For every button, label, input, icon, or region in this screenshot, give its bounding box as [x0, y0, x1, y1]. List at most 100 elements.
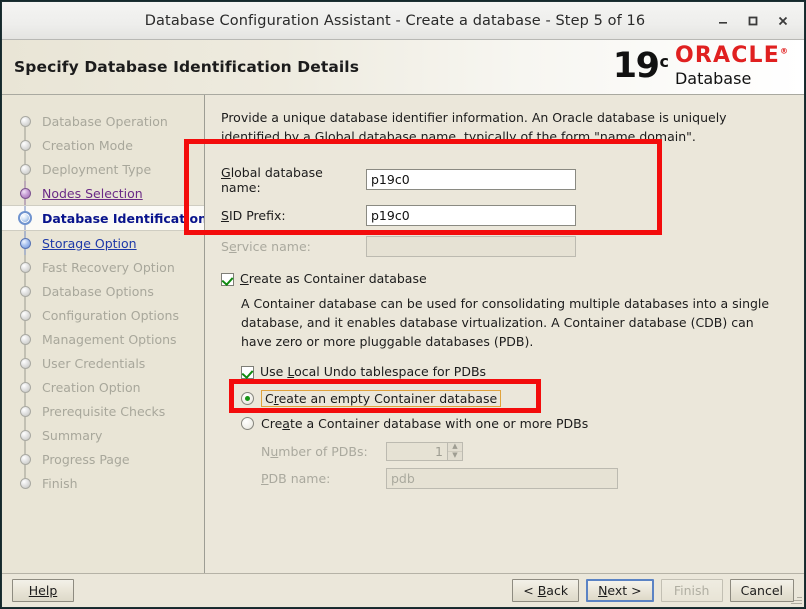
help-button[interactable]: Help — [12, 579, 74, 602]
create-empty-container-radio[interactable] — [241, 391, 254, 405]
close-icon[interactable] — [768, 6, 798, 36]
sidebar-item-prerequisite-checks: Prerequisite Checks — [2, 399, 204, 423]
use-local-undo-checkbox[interactable] — [241, 365, 254, 379]
sidebar-item-label: User Credentials — [42, 355, 146, 371]
sidebar-item-label: Creation Option — [42, 379, 141, 395]
oracle-wordmark: ORACLE® — [675, 45, 788, 67]
sidebar-item-summary: Summary — [2, 423, 204, 447]
back-button[interactable]: < Back — [512, 579, 580, 602]
step-marker-icon — [16, 399, 34, 423]
sidebar-item-label: Configuration Options — [42, 307, 179, 323]
service-name-row: Service name: — [221, 235, 788, 257]
page-header: Specify Database Identification Details … — [2, 40, 804, 95]
number-of-pdbs-label: Number of PDBs: — [261, 443, 368, 459]
finish-button: Finish — [660, 579, 723, 602]
cancel-button-label: Cancel — [740, 583, 783, 598]
intro-text: Provide a unique database identifier inf… — [221, 110, 727, 144]
back-button-label: < Back — [523, 583, 569, 598]
sidebar-item-label: Database Operation — [42, 113, 168, 129]
product-name: Database — [674, 69, 752, 89]
create-empty-container-row[interactable]: Create an empty Container database — [241, 389, 788, 407]
oracle-brand-logo: 19 c ORACLE® Database — [612, 45, 792, 89]
sidebar-item-user-credentials: User Credentials — [2, 351, 204, 375]
dialog-body: Database Operation Creation Mode Deploym… — [2, 95, 804, 573]
sidebar-item-database-operation: Database Operation — [2, 109, 204, 133]
create-container-with-pdbs-label: Create a Container database with one or … — [261, 415, 589, 431]
step-marker-icon — [16, 255, 34, 279]
sidebar-item-fast-recovery-option: Fast Recovery Option — [2, 255, 204, 279]
sidebar-item-label: Progress Page — [42, 451, 130, 467]
step-marker-icon — [16, 471, 34, 495]
resize-grip[interactable] — [788, 592, 802, 606]
sid-prefix-input[interactable] — [366, 204, 576, 226]
sidebar-item-management-options: Management Options — [2, 327, 204, 351]
step-marker-icon — [16, 375, 34, 399]
sidebar-item-nodes-selection[interactable]: Nodes Selection — [2, 181, 204, 205]
sidebar-item-finish: Finish — [2, 471, 204, 495]
version-suffix: c — [659, 52, 669, 72]
number-of-pdbs-spin-buttons: ▲ ▼ — [448, 441, 463, 461]
next-button[interactable]: Next > — [586, 579, 654, 602]
pdb-name-label: PDB name: — [261, 470, 331, 486]
steps-sidebar: Database Operation Creation Mode Deploym… — [2, 95, 205, 573]
registered-mark: ® — [780, 47, 788, 57]
spinner-down-icon: ▼ — [452, 451, 458, 459]
service-name-input — [366, 235, 576, 257]
dbca-window: Database Configuration Assistant - Creat… — [0, 0, 806, 609]
container-description: A Container database can be used for con… — [241, 296, 770, 349]
page-title: Specify Database Identification Details — [14, 58, 360, 76]
create-as-container-label: Create as Container database — [240, 270, 427, 286]
container-options: Use Local Undo tablespace for PDBs Creat… — [241, 364, 788, 489]
service-name-label: Service name: — [221, 238, 311, 254]
sidebar-item-label: Deployment Type — [42, 161, 152, 177]
step-marker-icon — [16, 181, 34, 205]
create-as-container-checkbox[interactable] — [221, 272, 234, 286]
main-content: Provide a unique database identifier inf… — [205, 95, 804, 573]
sidebar-item-label: Storage Option — [42, 235, 137, 251]
global-db-name-row: Global database name: — [221, 165, 788, 195]
window-controls — [708, 6, 804, 36]
version-number: 19 c — [612, 46, 669, 87]
sidebar-item-label: Database Options — [42, 283, 154, 299]
step-marker-icon — [16, 157, 34, 181]
steps-list: Database Operation Creation Mode Deploym… — [2, 109, 204, 495]
step-marker-icon — [16, 303, 34, 327]
minimize-icon[interactable] — [708, 6, 738, 36]
create-as-container-row[interactable]: Create as Container database — [221, 271, 788, 288]
sidebar-item-label: Creation Mode — [42, 137, 133, 153]
create-container-with-pdbs-radio[interactable] — [241, 416, 254, 430]
sidebar-item-creation-mode: Creation Mode — [2, 133, 204, 157]
oracle-word: ORACLE — [674, 43, 780, 69]
step-marker-icon — [16, 423, 34, 447]
sidebar-item-label: Finish — [42, 475, 78, 491]
sid-prefix-label: SID Prefix: — [221, 207, 286, 223]
step-marker-icon — [16, 327, 34, 351]
step-marker-icon — [16, 447, 34, 471]
next-button-label: Next > — [598, 583, 642, 598]
button-bar: Help < Back Next > Finish Cancel — [2, 573, 804, 607]
use-local-undo-row[interactable]: Use Local Undo tablespace for PDBs — [241, 364, 788, 381]
version-major: 19 — [612, 46, 660, 87]
global-db-name-label: Global database name: — [221, 164, 323, 195]
step-marker-icon — [16, 279, 34, 303]
cancel-button[interactable]: Cancel — [729, 579, 794, 602]
sidebar-item-database-options: Database Options — [2, 279, 204, 303]
sidebar-item-label: Management Options — [42, 331, 177, 347]
create-empty-container-label: Create an empty Container database — [261, 389, 502, 407]
number-of-pdbs-row: Number of PDBs: 1 ▲ ▼ — [261, 441, 788, 461]
create-container-with-pdbs-row[interactable]: Create a Container database with one or … — [241, 416, 788, 431]
sidebar-item-deployment-type: Deployment Type — [2, 157, 204, 181]
sidebar-item-label: Prerequisite Checks — [42, 403, 166, 419]
step-marker-icon — [16, 351, 34, 375]
sidebar-item-database-identification[interactable]: Database Identification — [2, 205, 204, 231]
finish-button-label: Finish — [673, 583, 710, 598]
pdb-name-input — [386, 467, 618, 489]
pdb-name-row: PDB name: — [261, 467, 788, 489]
use-local-undo-label: Use Local Undo tablespace for PDBs — [260, 363, 487, 379]
brand-text: ORACLE® Database — [674, 45, 788, 89]
maximize-icon[interactable] — [738, 6, 768, 36]
sidebar-item-storage-option[interactable]: Storage Option — [2, 231, 204, 255]
global-db-name-input[interactable] — [366, 169, 576, 190]
step-marker-icon — [16, 231, 34, 255]
step-marker-icon — [16, 206, 34, 230]
